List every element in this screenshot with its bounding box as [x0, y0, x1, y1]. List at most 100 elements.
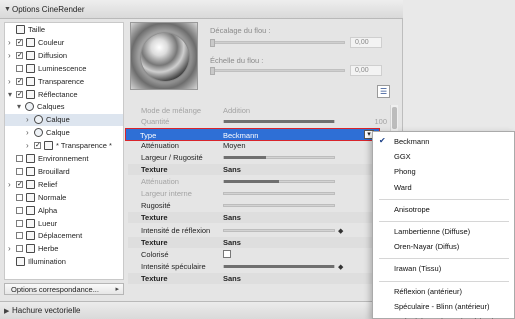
tree-item[interactable]: › ✓ Couleur — [5, 37, 123, 49]
tree-item-checkbox[interactable] — [16, 64, 23, 72]
tree-item-label: Calque — [46, 115, 70, 125]
tree-item[interactable]: › Calque — [5, 127, 123, 139]
tree-item[interactable]: › Herbe — [5, 243, 123, 255]
tree-item[interactable]: ▾ Calques — [5, 101, 123, 113]
tree-item[interactable]: Lueur — [5, 218, 123, 230]
tree-item-checkbox[interactable]: ✓ — [16, 90, 23, 98]
options-button-label: Options correspondance... — [11, 285, 99, 294]
tree-item-checkbox[interactable]: ✓ — [16, 77, 23, 85]
menu-item[interactable]: ✔ Beckmann — [373, 135, 514, 147]
property-slider[interactable] — [223, 265, 335, 268]
tree-item-checkbox[interactable] — [16, 232, 23, 240]
channel-icon — [26, 218, 35, 228]
tree-item-checkbox[interactable]: ✓ — [16, 51, 23, 59]
chevron-right-icon[interactable]: › — [26, 141, 32, 150]
chevron-down-icon[interactable]: ▾ — [17, 102, 23, 111]
tree-item[interactable]: Brouillard — [5, 166, 123, 178]
cinerender-options-panel: ▼ Options CineRender Taille › ✓ Couleur › ✓ Di… — [0, 0, 403, 319]
tree-item-checkbox[interactable] — [16, 155, 23, 162]
tree-item-label: Alpha — [38, 205, 58, 215]
slider-handle-icon[interactable]: ◆ — [338, 263, 343, 271]
tree-item-checkbox[interactable] — [16, 167, 23, 175]
tree-item-checkbox[interactable] — [16, 245, 23, 253]
tree-item[interactable]: Illumination — [5, 256, 123, 268]
slider-handle-icon[interactable]: ◆ — [338, 227, 343, 235]
chevron-right-icon[interactable]: › — [26, 128, 32, 137]
property-row[interactable]: Intensité spéculaire◆150 — [128, 261, 390, 272]
tree-item[interactable]: › Calque — [5, 114, 123, 127]
property-slider[interactable] — [223, 156, 335, 159]
property-number[interactable]: 100 — [374, 117, 387, 126]
property-row[interactable]: Colorisé — [128, 249, 390, 260]
property-key: Texture — [141, 238, 168, 247]
tree-item-checkbox[interactable] — [16, 193, 23, 201]
options-correspondance-button[interactable]: Options correspondance... ▸ — [4, 283, 124, 295]
property-slider[interactable] — [223, 192, 335, 195]
property-row[interactable]: Quantité 100 — [128, 116, 390, 127]
tree-item[interactable]: Normale — [5, 192, 123, 204]
menu-item[interactable]: Phong — [373, 165, 514, 177]
tree-item-label: Transparence — [38, 76, 84, 86]
property-slider[interactable] — [223, 229, 335, 232]
expand-triangle-icon[interactable]: ▶ — [4, 307, 9, 315]
edit-settings-button[interactable]: ☰ — [377, 85, 390, 98]
property-slider[interactable] — [223, 180, 335, 183]
chevron-right-icon[interactable]: › — [8, 180, 14, 189]
menu-item[interactable]: Oren-Nayar (Diffus) — [373, 240, 514, 252]
property-row[interactable]: Largeur interne0 — [128, 188, 390, 199]
type-property-row[interactable]: Type Beckmann ▾ — [125, 128, 380, 141]
menu-item[interactable]: Spéculaire - Blinn (antérieur) — [373, 300, 514, 312]
tree-item[interactable]: Taille — [5, 24, 123, 36]
chevron-right-icon[interactable]: › — [26, 115, 32, 124]
property-row[interactable]: Texture Sans — [128, 212, 390, 223]
menu-item[interactable]: Spéculaire - Phong (antérieur) — [373, 315, 514, 319]
property-row[interactable]: Rugosité0 — [128, 200, 390, 211]
property-row[interactable]: Atténuation0 — [128, 176, 390, 187]
menu-item[interactable]: Réflexion (antérieur) — [373, 285, 514, 297]
collapse-triangle-icon[interactable]: ▼ — [4, 6, 11, 13]
tree-item[interactable]: ▾ ✓ Réflectance — [5, 89, 123, 101]
tree-item[interactable]: Déplacement — [5, 230, 123, 242]
menu-item-label: Réflexion (antérieur) — [394, 286, 462, 296]
scrollbar-thumb[interactable] — [392, 107, 397, 129]
slider-knob — [210, 67, 215, 75]
panel-header[interactable]: ▼ Options CineRender — [0, 0, 403, 19]
tree-item-checkbox[interactable] — [16, 206, 23, 214]
colorise-checkbox[interactable] — [223, 250, 231, 258]
tree-item-checkbox[interactable] — [16, 219, 23, 227]
menu-item[interactable]: Anisotrope — [373, 203, 514, 215]
property-row[interactable]: Intensité de réflexion◆0 — [128, 225, 390, 236]
property-slider[interactable] — [223, 204, 335, 207]
chevron-right-icon[interactable]: › — [8, 77, 14, 86]
property-slider[interactable] — [223, 120, 335, 123]
tree-item[interactable]: Environnement — [5, 153, 123, 165]
blur-scale-value: 0,00 — [350, 65, 382, 76]
menu-item[interactable]: Lambertienne (Diffuse) — [373, 225, 514, 237]
tree-item[interactable]: Luminescence — [5, 63, 123, 75]
property-row[interactable]: Texture Sans — [128, 164, 390, 175]
chevron-right-icon[interactable]: › — [8, 244, 14, 253]
tree-item-checkbox[interactable]: ✓ — [16, 180, 23, 188]
chevron-down-icon[interactable]: ▾ — [8, 90, 14, 99]
tree-item[interactable]: › ✓ Diffusion — [5, 50, 123, 62]
tree-item[interactable]: › ✓ * Transparence * — [5, 140, 123, 152]
chevron-right-icon: ▸ — [115, 286, 119, 293]
tree-item[interactable]: Alpha — [5, 205, 123, 217]
vector-hatch-header[interactable]: ▶ Hachure vectorielle — [0, 301, 403, 319]
menu-item[interactable]: Ward — [373, 181, 514, 193]
tree-item[interactable]: › ✓ Transparence — [5, 76, 123, 88]
property-row[interactable]: AtténuationMoyen% — [128, 140, 390, 151]
property-row[interactable]: Largeur / Rugosité38 — [128, 152, 390, 163]
tree-item-checkbox[interactable]: ✓ — [34, 142, 41, 150]
tree-item[interactable]: › ✓ Relief — [5, 179, 123, 191]
menu-item[interactable]: GGX — [373, 150, 514, 162]
menu-item[interactable]: Irawan (Tissu) — [373, 262, 514, 274]
property-row[interactable]: Mode de mélange Addition — [128, 105, 390, 116]
chevron-right-icon[interactable]: › — [8, 51, 14, 60]
property-key: Mode de mélange — [141, 106, 202, 115]
chevron-right-icon[interactable]: › — [8, 38, 14, 47]
property-row[interactable]: Texture Sans — [128, 273, 390, 284]
property-row[interactable]: Texture Sans — [128, 237, 390, 248]
tree-item-checkbox[interactable]: ✓ — [16, 38, 23, 46]
property-key: Rugosité — [141, 201, 171, 210]
